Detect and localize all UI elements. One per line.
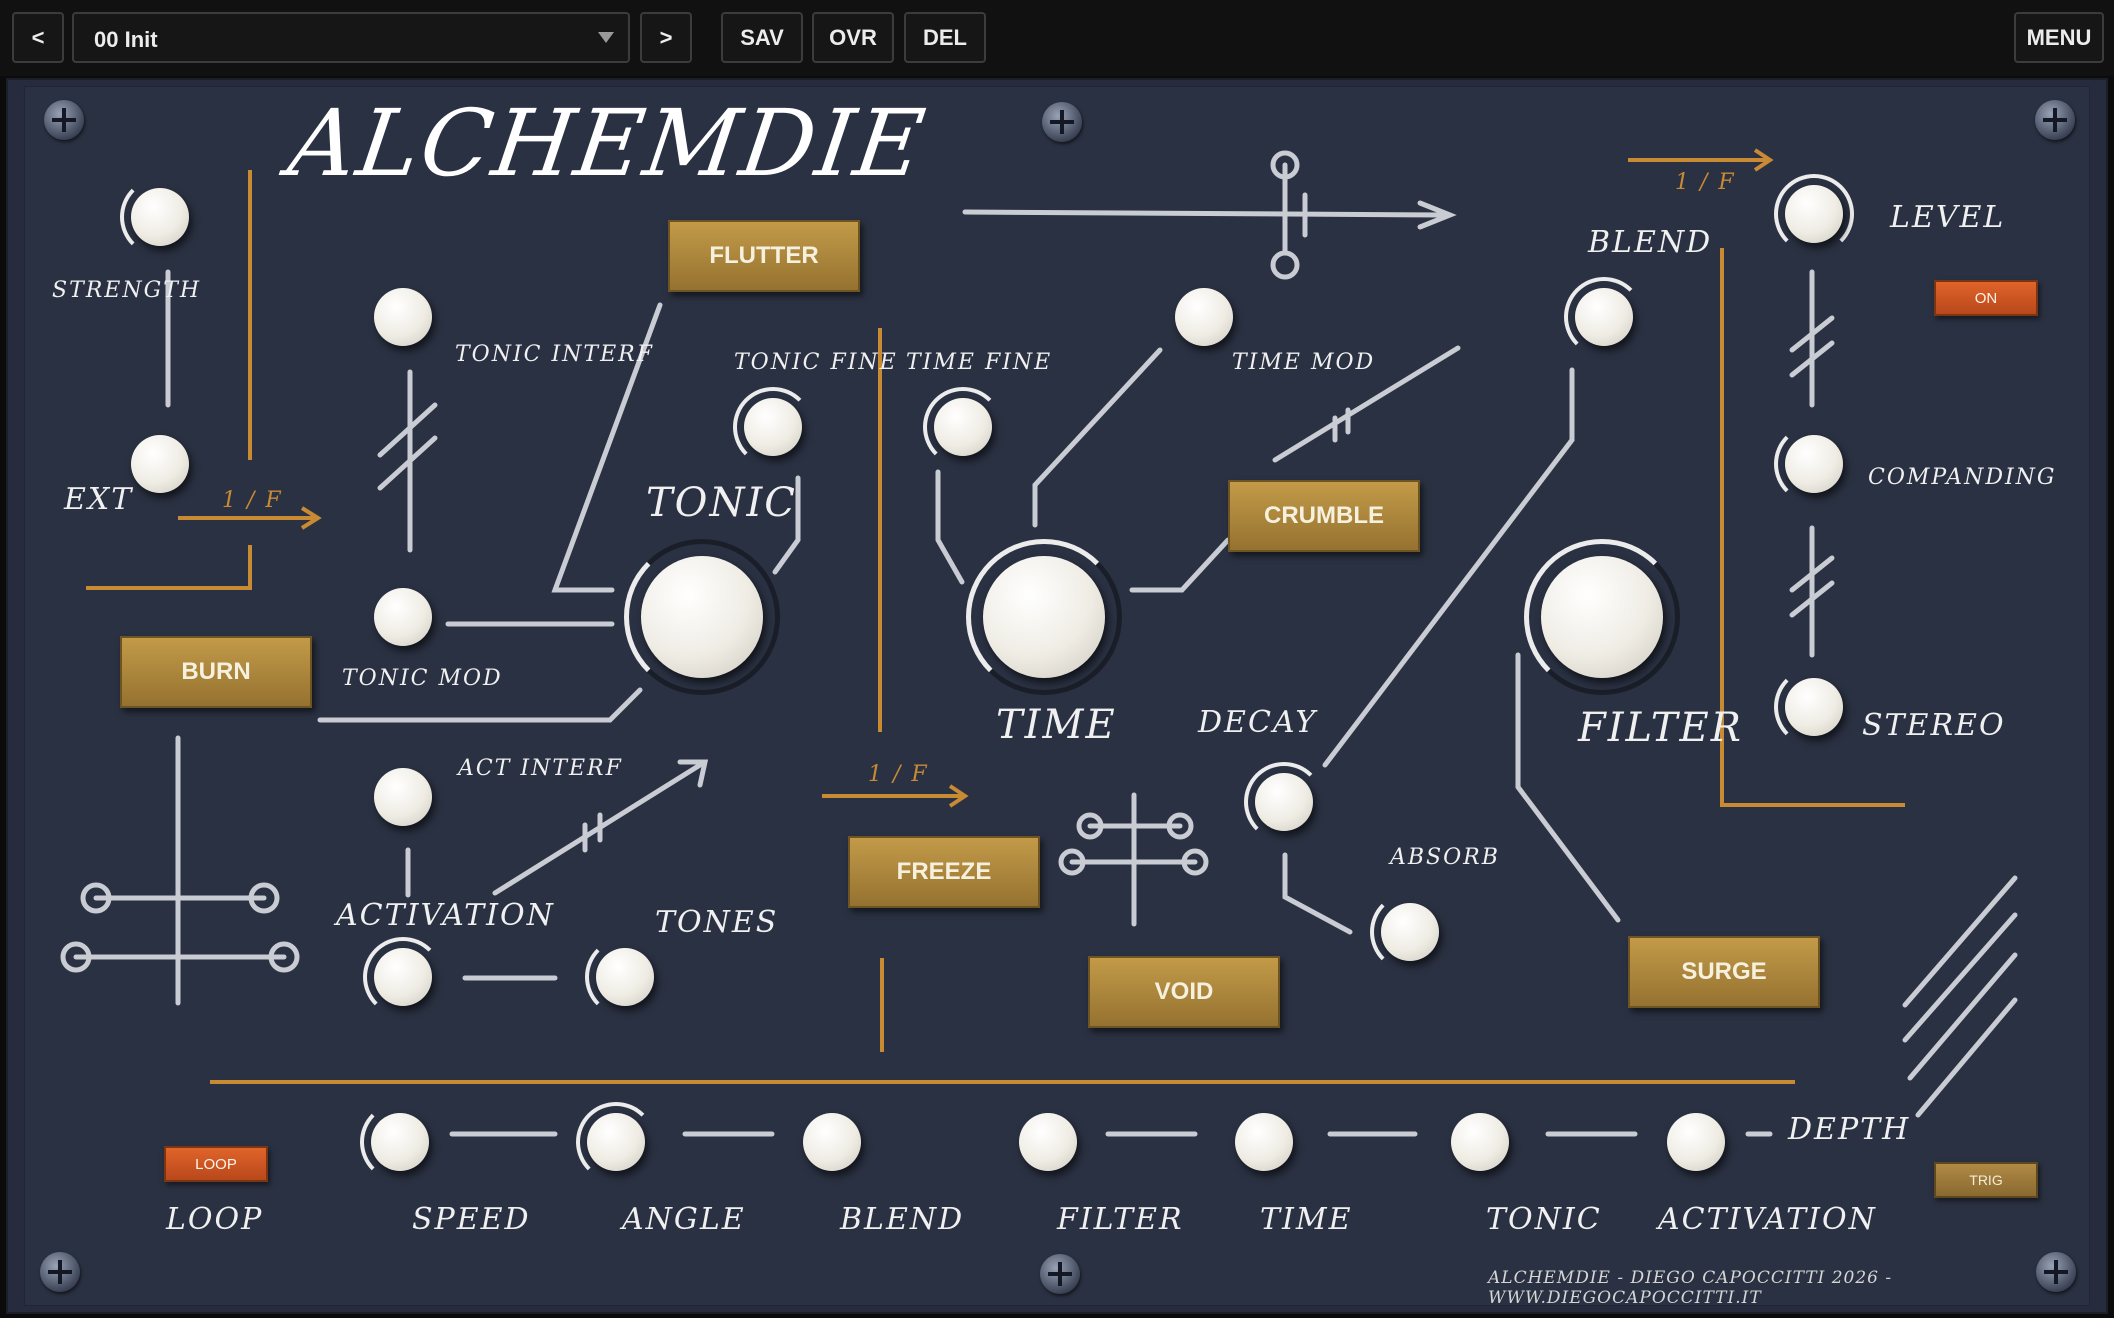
- mod-activation-knob[interactable]: [1656, 1102, 1736, 1182]
- speed-label: SPEED: [412, 1202, 531, 1237]
- tonic-fine-label: TONIC FINE: [734, 350, 898, 375]
- mod-blend-knob[interactable]: [792, 1102, 872, 1182]
- angle-knob[interactable]: [576, 1102, 656, 1182]
- tonic-knob[interactable]: [624, 539, 780, 695]
- screw-icon: [44, 100, 84, 140]
- screw-icon: [1042, 102, 1082, 142]
- bottom-filter-label: FILTER: [1057, 1202, 1184, 1237]
- time-fine-knob[interactable]: [923, 387, 1003, 467]
- tonic-interf-knob[interactable]: [363, 277, 443, 357]
- stereo-knob[interactable]: [1774, 667, 1854, 747]
- time-knob[interactable]: [966, 539, 1122, 695]
- depth-label: DEPTH: [1788, 1112, 1911, 1147]
- void-button[interactable]: VOID: [1088, 956, 1280, 1028]
- decay-label: DECAY: [1198, 705, 1318, 740]
- bottom-tonic-label: TONIC: [1486, 1202, 1602, 1237]
- angle-label: ANGLE: [622, 1202, 746, 1237]
- mod-tonic-knob[interactable]: [1440, 1102, 1520, 1182]
- time-mod-knob[interactable]: [1164, 277, 1244, 357]
- blend-label: BLEND: [1588, 225, 1713, 260]
- tonic-interf-label: TONIC INTERF: [455, 342, 654, 367]
- bottom-activation-label: ACTIVATION: [1658, 1202, 1877, 1237]
- bottom-loop-label: LOOP: [166, 1202, 264, 1237]
- brand-logo: ALCHEMDIE: [282, 90, 933, 197]
- screw-icon: [40, 1252, 80, 1292]
- tonic-mod-label: TONIC MOD: [342, 666, 503, 691]
- strength-knob[interactable]: [120, 177, 200, 257]
- credit-text: ALCHEMDIE - DIEGO CAPOCCITTI 2026 - WWW.…: [1488, 1268, 1893, 1308]
- trig-button[interactable]: TRIG: [1934, 1162, 2038, 1198]
- tonic-mod-knob[interactable]: [363, 577, 443, 657]
- act-interf-label: ACT INTERF: [458, 756, 623, 781]
- absorb-label: ABSORB: [1390, 845, 1500, 870]
- filter-label: FILTER: [1578, 705, 1743, 751]
- tones-label: TONES: [655, 905, 779, 940]
- burn-button[interactable]: BURN: [120, 636, 312, 708]
- loop-toggle[interactable]: LOOP: [164, 1146, 268, 1182]
- screw-icon: [1040, 1254, 1080, 1294]
- arrow-label: 1 / F: [222, 488, 283, 513]
- time-label: TIME: [996, 702, 1117, 748]
- companding-label: COMPANDING: [1868, 465, 2057, 490]
- mod-time-knob[interactable]: [1224, 1102, 1304, 1182]
- level-knob[interactable]: [1774, 174, 1854, 254]
- level-label: LEVEL: [1890, 200, 2006, 235]
- screw-icon: [2035, 100, 2075, 140]
- speed-knob[interactable]: [360, 1102, 440, 1182]
- mod-filter-knob[interactable]: [1008, 1102, 1088, 1182]
- filter-knob[interactable]: [1524, 539, 1680, 695]
- arrow-label: 1 / F: [868, 762, 929, 787]
- freeze-button[interactable]: FREEZE: [848, 836, 1040, 908]
- tonic-label: TONIC: [646, 480, 797, 526]
- stereo-label: STEREO: [1862, 708, 2006, 743]
- bottom-time-label: TIME: [1260, 1202, 1353, 1237]
- arrow-label: 1 / F: [1675, 170, 1736, 195]
- surge-button[interactable]: SURGE: [1628, 936, 1820, 1008]
- bottom-blend-label: BLEND: [840, 1202, 965, 1237]
- absorb-knob[interactable]: [1370, 892, 1450, 972]
- act-interf-knob[interactable]: [363, 757, 443, 837]
- time-fine-label: TIME FINE: [906, 350, 1053, 375]
- companding-knob[interactable]: [1774, 424, 1854, 504]
- activation-knob[interactable]: [363, 937, 443, 1017]
- ext-label: EXT: [64, 482, 134, 517]
- activation-label: ACTIVATION: [336, 898, 555, 933]
- decay-knob[interactable]: [1244, 762, 1324, 842]
- strength-label: STRENGTH: [52, 278, 202, 303]
- ext-knob[interactable]: [120, 424, 200, 504]
- crumble-button[interactable]: CRUMBLE: [1228, 480, 1420, 552]
- tonic-fine-knob[interactable]: [733, 387, 813, 467]
- flutter-button[interactable]: FLUTTER: [668, 220, 860, 292]
- time-mod-label: TIME MOD: [1232, 350, 1376, 375]
- tones-knob[interactable]: [585, 937, 665, 1017]
- blend-knob[interactable]: [1564, 277, 1644, 357]
- on-toggle[interactable]: ON: [1934, 280, 2038, 316]
